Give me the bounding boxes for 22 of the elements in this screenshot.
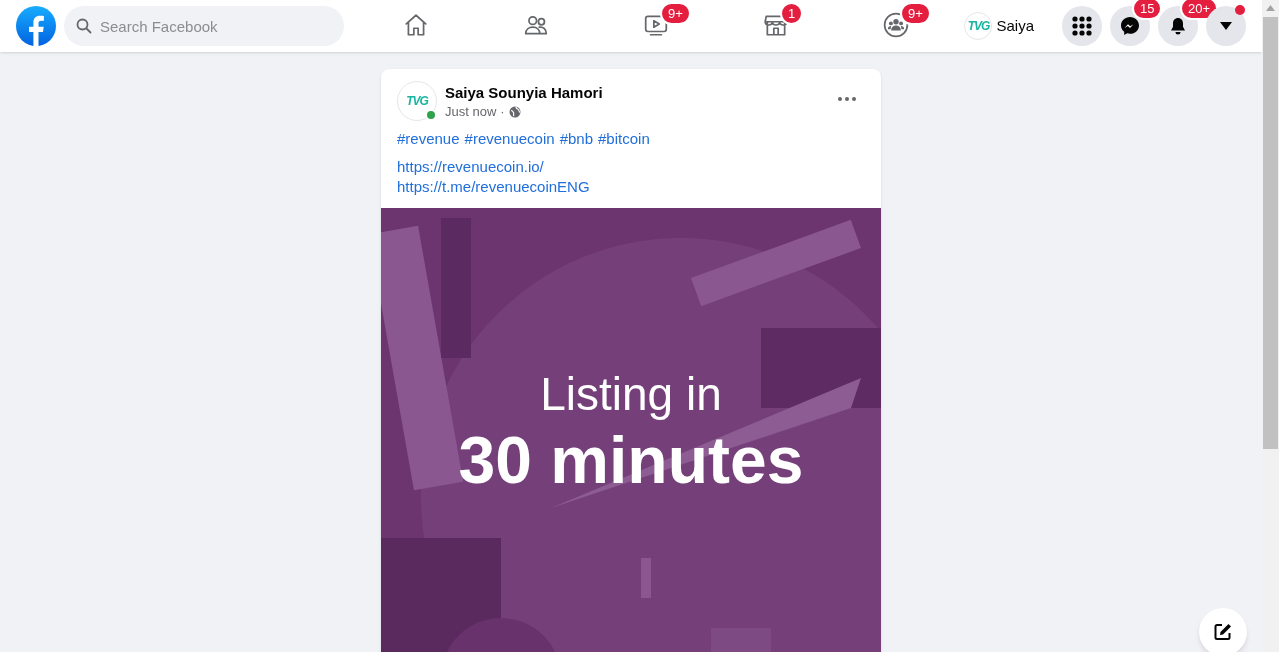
nav-tab[interactable]: 1 — [716, 0, 836, 52]
author-name[interactable]: Saiya Sounyia Hamori — [445, 83, 829, 103]
hashtag-link[interactable]: #bitcoin — [598, 129, 650, 149]
logo-avatar: TVG — [964, 12, 993, 40]
count-badge: 15 — [1132, 0, 1163, 20]
separator: · — [500, 104, 505, 120]
image-headline: 30 minutes — [458, 422, 804, 498]
url-link[interactable]: https://revenuecoin.io/ — [397, 157, 544, 177]
count-badge: 9+ — [900, 2, 931, 25]
url-link[interactable]: https://t.me/revenuecoinENG — [397, 177, 590, 197]
profile-chip[interactable]: TVG Saiya — [962, 8, 1042, 44]
count-badge: 1 — [780, 2, 804, 25]
hashtag-link[interactable]: #revenuecoin — [464, 129, 555, 149]
post-time[interactable]: Just now — [445, 104, 497, 120]
hashtag-link[interactable]: #revenue — [397, 129, 460, 149]
image-caption: Listing in — [540, 367, 722, 422]
nav-tab[interactable]: 9+ — [836, 0, 956, 52]
search-field[interactable]: Search Facebook — [64, 6, 344, 46]
nav-tab[interactable]: 9+ — [596, 0, 716, 52]
count-badge: 9+ — [660, 2, 691, 25]
logo-avatar: TVG — [397, 81, 437, 121]
hashtag-link[interactable]: #bnb — [559, 129, 593, 149]
